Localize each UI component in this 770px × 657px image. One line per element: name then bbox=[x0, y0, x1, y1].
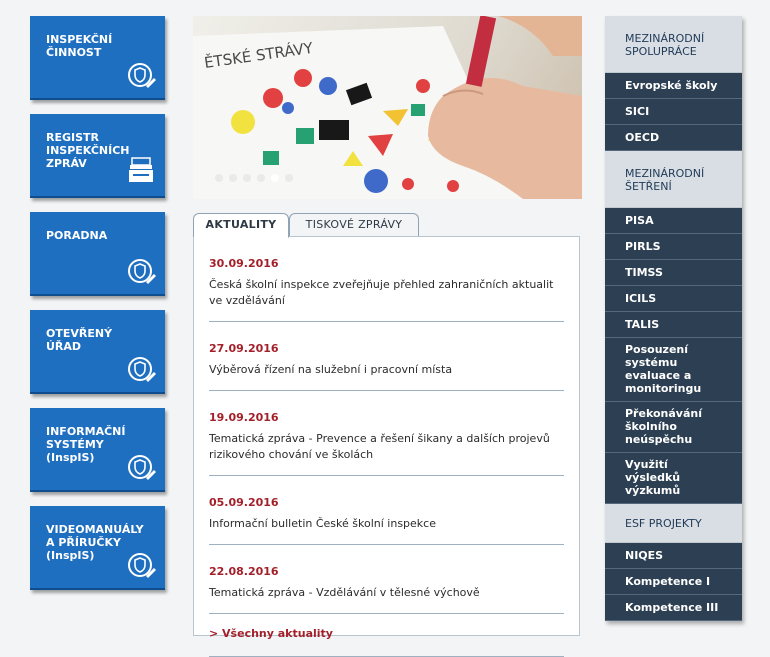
tile-otevreny-urad[interactable]: Otevřený úřad bbox=[30, 310, 165, 394]
all-news-link[interactable]: > Všechny aktuality bbox=[209, 627, 564, 657]
tile-label: Otevřený úřad bbox=[46, 327, 113, 353]
menu-item-kompetence-i[interactable]: Kompetence I bbox=[605, 569, 742, 595]
menu-item-prekonavani-neuspechu[interactable]: Překonávání školního neúspěchu bbox=[605, 402, 742, 453]
menu-item-oecd[interactable]: OECD bbox=[605, 125, 742, 151]
menu-item-posouzeni-systemu[interactable]: Posouzení systému evaluace a monitoringu bbox=[605, 338, 742, 402]
menu-heading-mezinarodni-spoluprace[interactable]: Mezinárodní spolupráce bbox=[605, 16, 742, 73]
tile-informacni-systemy[interactable]: INFORMAČNÍ SYSTÉMY (InspIS) bbox=[30, 408, 165, 492]
tile-registr-inspekcnich-zprav[interactable]: Registr inspekčních zpráv bbox=[30, 114, 165, 198]
tile-poradna[interactable]: Poradna bbox=[30, 212, 165, 296]
news-date: 27.09.2016 bbox=[209, 342, 279, 355]
right-menu: Mezinárodní spolupráce Evropské školy SI… bbox=[605, 16, 742, 621]
news-date: 19.09.2016 bbox=[209, 411, 279, 424]
tile-inspekcni-cinnost[interactable]: Inspekční činnost bbox=[30, 16, 165, 100]
news-date: 22.08.2016 bbox=[209, 565, 279, 578]
menu-item-vyuziti-vysledku[interactable]: Využití výsledků výzkumů bbox=[605, 453, 742, 504]
news-item: 19.09.2016 Tematická zpráva - Prevence a… bbox=[209, 391, 564, 476]
tab-aktuality[interactable]: AKTUALITY bbox=[193, 213, 289, 238]
news-title-link[interactable]: Výběrová řízení na služební i pracovní m… bbox=[209, 362, 564, 378]
menu-item-pirls[interactable]: PIRLS bbox=[605, 234, 742, 260]
menu-item-niqes[interactable]: NIQES bbox=[605, 543, 742, 569]
menu-item-sici[interactable]: SICI bbox=[605, 99, 742, 125]
slide-dots bbox=[215, 174, 293, 182]
news-title-link[interactable]: Tematická zpráva - Prevence a řešení šik… bbox=[209, 431, 564, 463]
news-item: 27.09.2016 Výběrová řízení na služební i… bbox=[209, 322, 564, 391]
menu-item-evropske-skoly[interactable]: Evropské školy bbox=[605, 73, 742, 99]
menu-item-kompetence-iii[interactable]: Kompetence III bbox=[605, 595, 742, 621]
slide-dot[interactable] bbox=[215, 174, 223, 182]
menu-item-pisa[interactable]: PISA bbox=[605, 208, 742, 234]
hero-slideshow[interactable]: ĚTSKÉ STRÁVY bbox=[193, 16, 582, 199]
news-panel: 30.09.2016 Česká školní inspekce zveřejň… bbox=[193, 236, 580, 657]
news-title-link[interactable]: Tematická zpráva - Vzdělávání v tělesné … bbox=[209, 585, 564, 601]
menu-item-timss[interactable]: TIMSS bbox=[605, 260, 742, 286]
menu-item-icils[interactable]: ICILS bbox=[605, 286, 742, 312]
menu-heading-esf-projekty[interactable]: ESF projekty bbox=[605, 504, 742, 543]
shield-pen-icon bbox=[128, 455, 156, 480]
shield-pen-icon bbox=[128, 63, 156, 88]
document-tray-icon bbox=[129, 157, 153, 182]
tile-label: Inspekční činnost bbox=[46, 33, 113, 59]
hero-image: ĚTSKÉ STRÁVY bbox=[193, 16, 582, 199]
shield-pen-icon bbox=[128, 259, 156, 284]
tile-label: Poradna bbox=[46, 229, 108, 242]
news-item: 22.08.2016 Tematická zpráva - Vzdělávání… bbox=[209, 545, 564, 614]
tab-tiskove-zpravy[interactable]: TISKOVÉ ZPRÁVY bbox=[289, 213, 419, 237]
shield-pen-icon bbox=[128, 357, 156, 382]
menu-item-talis[interactable]: TALIS bbox=[605, 312, 742, 338]
menu-heading-mezinarodni-setreni[interactable]: Mezinárodní šetření bbox=[605, 151, 742, 208]
slide-dot-active[interactable] bbox=[271, 174, 279, 182]
news-item: 05.09.2016 Informační bulletin České ško… bbox=[209, 476, 564, 545]
news-date: 30.09.2016 bbox=[209, 257, 279, 270]
news-title-link[interactable]: Informační bulletin České školní inspekc… bbox=[209, 516, 564, 532]
tile-videomanualy[interactable]: VIDEOMANUÁLY A PŘÍRUČKY (InspIS) bbox=[30, 506, 165, 590]
news-item: 30.09.2016 Česká školní inspekce zveřejň… bbox=[209, 237, 564, 322]
news-title-link[interactable]: Česká školní inspekce zveřejňuje přehled… bbox=[209, 277, 564, 309]
slide-dot[interactable] bbox=[229, 174, 237, 182]
slide-dot[interactable] bbox=[257, 174, 265, 182]
news-date: 05.09.2016 bbox=[209, 496, 279, 509]
slide-dot[interactable] bbox=[243, 174, 251, 182]
slide-dot[interactable] bbox=[285, 174, 293, 182]
shield-pen-icon bbox=[128, 553, 156, 578]
